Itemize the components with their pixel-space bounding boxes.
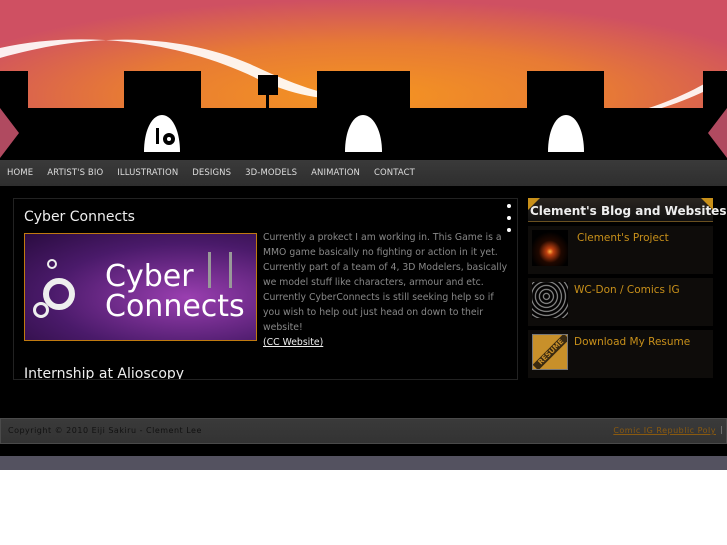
castle-banner-graphic: [0, 0, 727, 160]
footer-separator: |: [720, 425, 723, 434]
post-body-text: Currently a prokect I am working in. Thi…: [263, 232, 508, 333]
nav-designs[interactable]: DESIGNS: [192, 168, 231, 178]
footer: Copyright © 2010 Eiji Sakiru - Clement L…: [0, 418, 727, 444]
sidebar-item-label: Clement's Project: [577, 232, 669, 244]
post-title: Internship at Alioscopy: [24, 366, 185, 380]
slider-dot[interactable]: [507, 204, 511, 208]
nav-contact[interactable]: CONTACT: [374, 168, 415, 178]
resume-thumbnail: RESUME: [532, 334, 568, 370]
posts-panel[interactable]: Cyber Connects Cyber Connects Currently a…: [13, 198, 518, 380]
slider-dot[interactable]: [507, 216, 511, 220]
nav-3d-models[interactable]: 3D-MODELS: [245, 168, 297, 178]
nav-artists-bio[interactable]: ARTIST'S BIO: [47, 168, 103, 178]
resume-stamp: RESUME: [533, 335, 567, 369]
post-body: Currently a prokect I am working in. Thi…: [263, 230, 513, 350]
cc-website-link[interactable]: (CC Website): [263, 337, 323, 348]
sidebar-item-resume[interactable]: RESUME Download My Resume: [528, 330, 713, 378]
sidebar: Clement's Blog and Websites Clement's Pr…: [528, 198, 726, 378]
post-title: Cyber Connects: [24, 209, 135, 225]
sidebar-title: Clement's Blog and Websites: [528, 198, 726, 222]
nav-illustration[interactable]: ILLUSTRATION: [117, 168, 178, 178]
footer-link-comic-ig[interactable]: Comic IG Republic Poly: [613, 426, 716, 435]
sidebar-item-label: Download My Resume: [574, 336, 691, 348]
bottom-band: [0, 456, 727, 470]
project-thumbnail: [532, 230, 568, 266]
nav-home[interactable]: HOME: [7, 168, 33, 178]
sidebar-item-clements-project[interactable]: Clement's Project: [528, 226, 713, 274]
main-nav: HOME ARTIST'S BIO ILLUSTRATION DESIGNS 3…: [0, 160, 727, 186]
logo-text: Cyber Connects: [105, 259, 245, 324]
sidebar-item-label: WC-Don / Comics IG: [574, 284, 680, 296]
logo-ring: [33, 302, 49, 318]
copyright-text: Copyright © 2010 Eiji Sakiru - Clement L…: [8, 426, 202, 435]
logo-ring: [47, 259, 57, 269]
nav-animation[interactable]: ANIMATION: [311, 168, 360, 178]
sidebar-item-wc-don[interactable]: WC-Don / Comics IG: [528, 278, 713, 326]
comic-thumbnail: [532, 282, 568, 318]
main-content: Cyber Connects Cyber Connects Currently a…: [0, 186, 727, 456]
cyber-connects-image[interactable]: Cyber Connects: [24, 233, 257, 341]
header-banner: [0, 0, 727, 160]
